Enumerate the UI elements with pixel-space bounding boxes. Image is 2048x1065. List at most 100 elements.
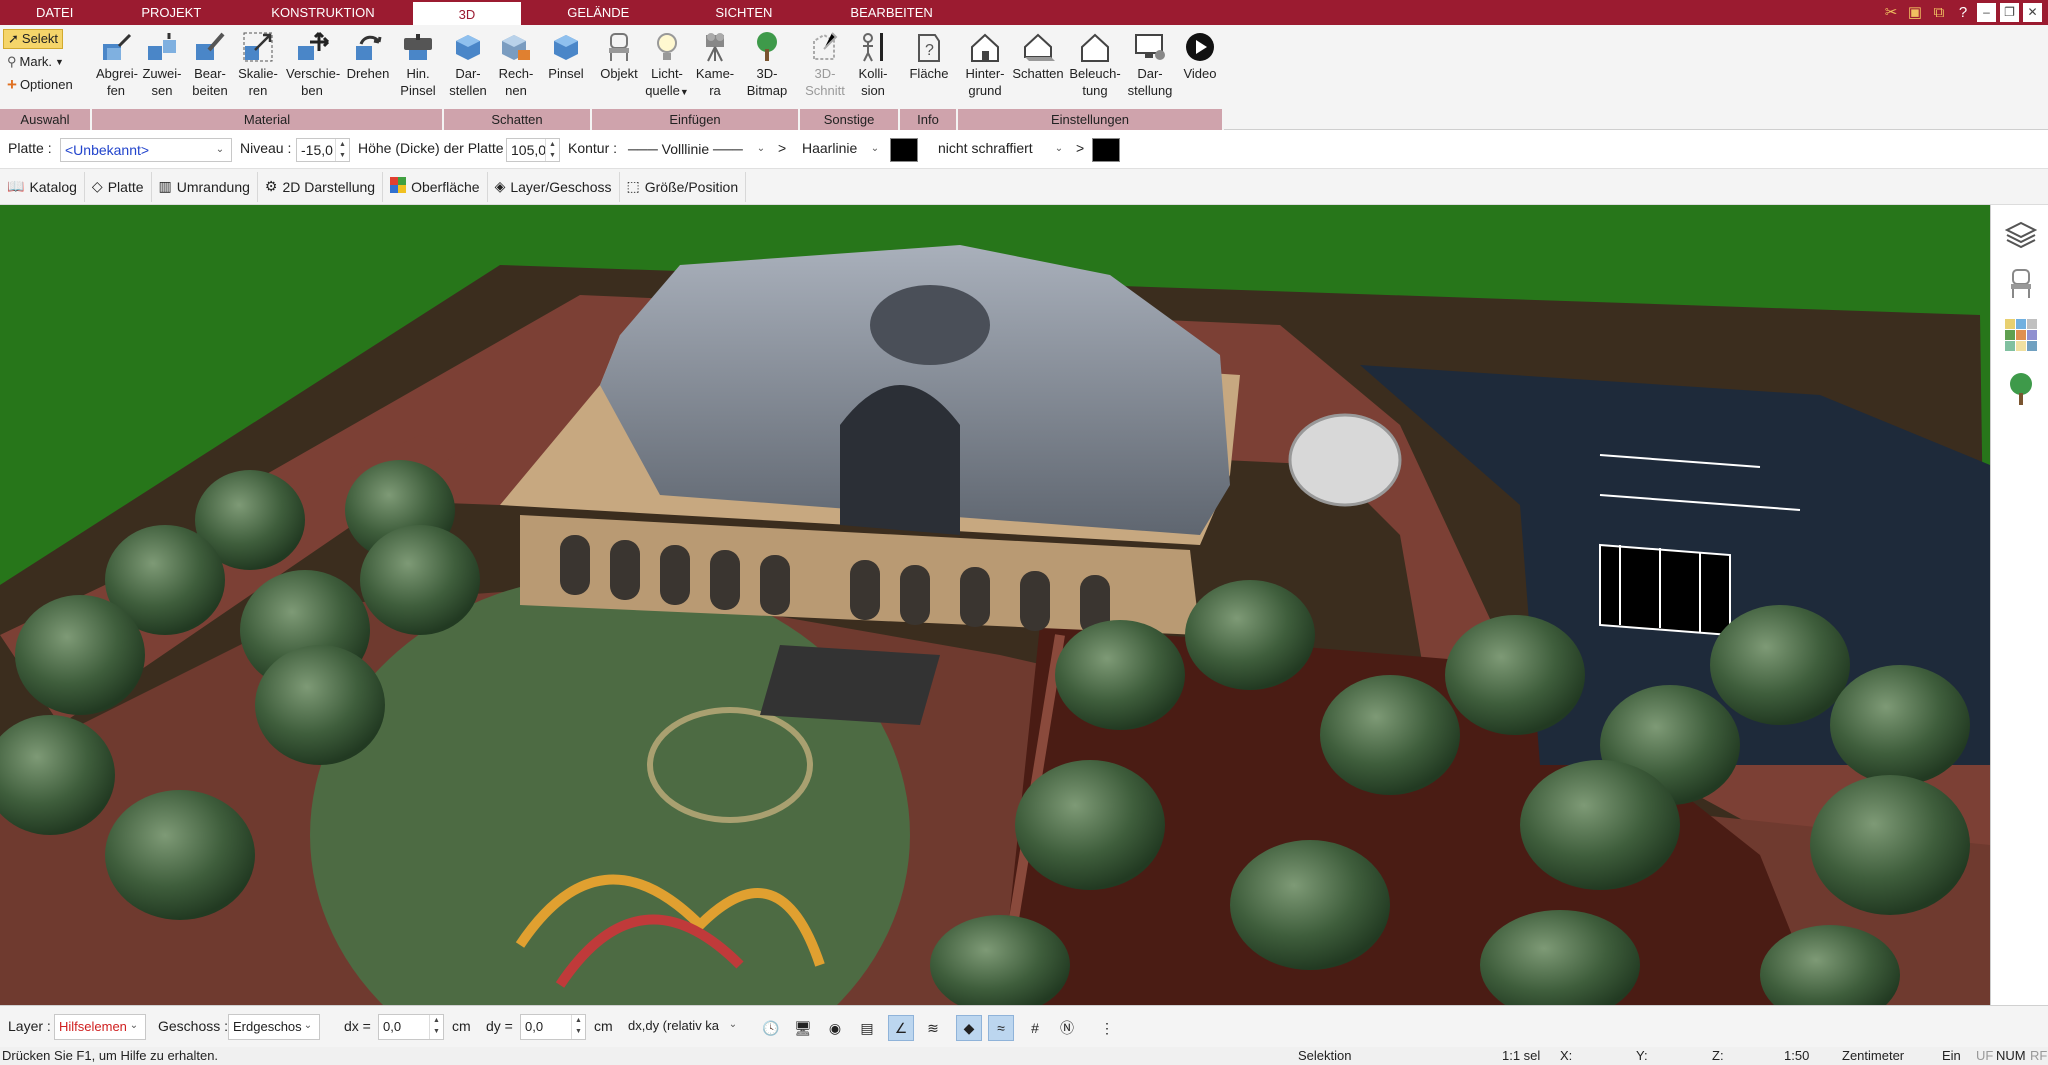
tree-icon[interactable] — [2005, 371, 2037, 407]
svg-text:?: ? — [925, 42, 934, 59]
hoehe-input[interactable]: 105,0 ▲ ▼ — [506, 138, 560, 162]
plane-icon[interactable]: ◆ — [956, 1015, 982, 1041]
kollision-button[interactable]: Kolli-sion — [850, 29, 896, 99]
groesse-position-button[interactable]: ⬚ Größe/Position — [620, 171, 747, 202]
flaeche-button[interactable]: ? Fläche — [904, 29, 954, 82]
status-z: Z: — [1712, 1048, 1724, 1063]
layer-geschoss-button[interactable]: ◈ Layer/Geschoss — [488, 171, 620, 202]
spinner-icon[interactable]: ▲ ▼ — [429, 1015, 443, 1039]
close-button[interactable]: ✕ — [2023, 3, 2042, 22]
line-color-swatch[interactable] — [890, 138, 918, 162]
hintergrund-button[interactable]: Hinter-grund — [960, 29, 1010, 99]
brush-icon — [396, 29, 440, 65]
group-einfuegen: Objekt Licht-quelle▼ Kame-ra 3D- Bitmap E… — [592, 25, 800, 130]
chevron-down-icon: ⌄ — [303, 1020, 313, 1031]
3d-schnitt-button[interactable]: 3D- Schnitt — [802, 29, 848, 99]
zuweisen-button[interactable]: Zuwei-sen — [142, 29, 182, 99]
hin-pinsel-button[interactable]: Hin. Pinsel — [396, 29, 440, 99]
mark-button[interactable]: ⚲ Mark. ▼ — [3, 52, 68, 72]
folder-icon[interactable]: ▣ — [1905, 3, 1925, 22]
help-icon[interactable]: ? — [1953, 3, 1973, 22]
print-icon[interactable]: ▤ — [854, 1015, 880, 1041]
layer-select[interactable]: Hilfselemen ⌄ — [54, 1014, 146, 1040]
collision-icon — [850, 29, 896, 65]
play-icon — [1178, 29, 1222, 65]
3d-scene[interactable] — [0, 205, 1990, 1005]
haarlinie-select[interactable]: ⌄ — [864, 138, 886, 162]
beleuchtung-button[interactable]: Beleuch-tung — [1066, 29, 1124, 99]
dx-input[interactable]: 0,0 ▲ ▼ — [378, 1014, 444, 1040]
minimize-button[interactable]: – — [1977, 3, 1996, 22]
platte-select[interactable]: <Unbekannt> ⌄ — [60, 138, 232, 162]
tab-konstruktion[interactable]: KONSTRUKTION — [233, 0, 412, 25]
optionen-button[interactable]: + Optionen — [3, 75, 77, 95]
verschieben-button[interactable]: Verschie-ben — [286, 29, 340, 99]
spinner-icon[interactable]: ▲ ▼ — [571, 1015, 585, 1039]
katalog-button[interactable]: 📖 Katalog — [0, 171, 85, 202]
border-icon: ▥ — [158, 178, 172, 194]
grid-icon[interactable]: # — [1022, 1015, 1048, 1041]
video-button[interactable]: Video — [1178, 29, 1222, 82]
tab-gelaende[interactable]: GELÄNDE — [521, 0, 675, 25]
eyedropper-icon — [96, 29, 136, 65]
kamera-button[interactable]: Kame-ra — [692, 29, 738, 99]
spinner-icon[interactable]: ▲ ▼ — [545, 139, 559, 161]
north-icon[interactable]: Ⓝ — [1054, 1015, 1080, 1041]
bearbeiten-material-button[interactable]: Bear-beiten — [188, 29, 232, 99]
house-light-icon — [1066, 29, 1124, 65]
objekt-button[interactable]: Objekt — [596, 29, 642, 82]
line-snap-icon[interactable]: ≋ — [920, 1015, 946, 1041]
lichtquelle-button[interactable]: Licht-quelle▼ — [644, 29, 690, 101]
tab-sichten[interactable]: SICHTEN — [675, 0, 812, 25]
status-uf: UF — [1976, 1048, 1994, 1063]
schraffur-more-button[interactable]: > — [1076, 140, 1084, 156]
kontur-select[interactable]: ─── Volllinie ─── ⌄ — [624, 138, 772, 162]
niveau-input[interactable]: -15,0 ▲ ▼ — [296, 138, 350, 162]
status-mode: Selektion — [1298, 1048, 1352, 1063]
coordinate-mode-select[interactable]: dx,dy (relativ ka ⌄ — [624, 1014, 744, 1040]
chair-icon[interactable] — [2005, 267, 2037, 303]
abgreifen-button[interactable]: Abgrei-fen — [96, 29, 138, 99]
tab-datei[interactable]: DATEI — [0, 0, 109, 25]
angle-snap-icon[interactable]: ∠ — [888, 1015, 914, 1041]
tab-3d[interactable]: 3D — [412, 0, 522, 25]
selekt-button[interactable]: ➚ Selekt — [3, 29, 64, 49]
geschoss-select[interactable]: Erdgeschos ⌄ — [228, 1014, 320, 1040]
wave-icon[interactable]: ≈ — [988, 1015, 1014, 1041]
oberflaeche-button[interactable]: Oberfläche — [383, 171, 488, 202]
skalieren-button[interactable]: Skalie-ren — [236, 29, 280, 99]
mark-icon: ⚲ — [7, 54, 17, 69]
fill-color-swatch[interactable] — [1092, 138, 1120, 162]
tab-bearbeiten[interactable]: BEARBEITEN — [812, 0, 970, 25]
schraffur-select[interactable]: ⌄ — [1048, 138, 1070, 162]
schatten-darstellen-button[interactable]: Dar-stellen — [448, 29, 488, 99]
darstellung-button[interactable]: Dar-stellung — [1124, 29, 1176, 99]
tab-projekt[interactable]: PROJEKT — [109, 0, 233, 25]
restore-button[interactable]: ❐ — [2000, 3, 2019, 22]
layer-label: Layer : — [8, 1018, 51, 1034]
einstellungen-schatten-button[interactable]: Schatten — [1010, 29, 1066, 82]
clock-icon[interactable]: 🕓 — [758, 1015, 784, 1041]
monitor-icon[interactable]: 🖥 — [790, 1015, 816, 1041]
ribbon: ➚ Selekt ⚲ Mark. ▼ + Optionen Auswahl Abgrei… — [0, 25, 2048, 130]
schatten-pinsel-button[interactable]: Pinsel — [544, 29, 588, 82]
spinner-icon[interactable]: ▲ ▼ — [335, 139, 349, 161]
schatten-rechnen-button[interactable]: Rech-nen — [496, 29, 536, 99]
3d-bitmap-button[interactable]: 3D- Bitmap — [742, 29, 792, 99]
kontur-more-button[interactable]: > — [778, 140, 786, 156]
line-sample-icon: ─── — [628, 141, 662, 157]
more-options-icon[interactable]: ⋮ — [1094, 1015, 1120, 1041]
plate-icon: ◇ — [91, 178, 103, 194]
layers-icon[interactable] — [2004, 219, 2038, 255]
dy-input[interactable]: 0,0 ▲ ▼ — [520, 1014, 586, 1040]
hoehe-label: Höhe (Dicke) der Platte — [358, 140, 504, 156]
drehen-button[interactable]: Drehen — [342, 29, 394, 82]
umrandung-button[interactable]: ▥ Umrandung — [152, 171, 258, 202]
platte-button[interactable]: ◇ Platte — [85, 171, 152, 202]
2d-darstellung-button[interactable]: ⚙ 2D Darstellung — [258, 171, 384, 202]
window-switch-icon[interactable]: ⧉ — [1929, 3, 1949, 22]
surface-palette-icon[interactable] — [2005, 319, 2037, 355]
3d-viewport[interactable] — [0, 205, 1990, 1005]
camera-view-icon[interactable]: ◉ — [822, 1015, 848, 1041]
tools-icon[interactable]: ✂ — [1881, 3, 1901, 22]
